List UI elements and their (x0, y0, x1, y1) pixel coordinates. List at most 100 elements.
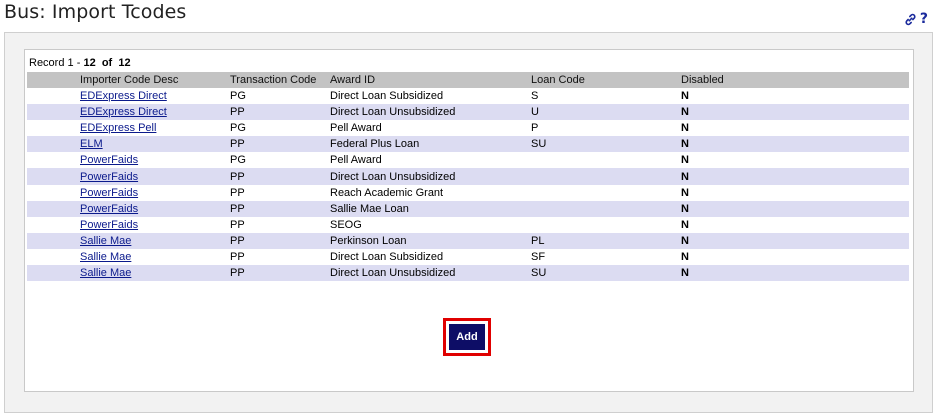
table-row: PowerFaids PP Sallie Mae Loan N (27, 200, 909, 217)
cell-loan-code: SU (527, 265, 677, 282)
table-row: Sallie Mae PP Direct Loan Unsubsidized SU N (27, 265, 909, 282)
cell-loan-code (527, 185, 677, 201)
cell-disabled: N (677, 200, 909, 217)
importer-code-link[interactable]: EDExpress Pell (80, 122, 156, 134)
table-row: PowerFaids PG Pell Award N (27, 152, 909, 168)
header-transaction-code[interactable]: Transaction Code (226, 72, 326, 88)
cell-loan-code (527, 200, 677, 217)
record-count: Record 1 - 12 of 12 (29, 57, 131, 69)
row-spacer (27, 104, 76, 121)
cell-award-id: Perkinson Loan (326, 232, 527, 249)
cell-loan-code (527, 217, 677, 233)
importer-code-link[interactable]: Sallie Mae (80, 267, 131, 279)
cell-importer-code-desc: PowerFaids (76, 168, 226, 185)
top-icons: ? (904, 11, 928, 27)
add-button[interactable]: Add (449, 324, 485, 350)
cell-transaction-code: PP (226, 265, 326, 282)
cell-award-id: Reach Academic Grant (330, 186, 444, 199)
table-header-row: Importer Code Desc Transaction Code Awar… (27, 72, 909, 88)
cell-disabled: N (677, 104, 909, 121)
table-row: EDExpress Direct PP Direct Loan Unsubsidiz… (27, 104, 909, 121)
cell-award-id: Federal Plus Loan (326, 136, 527, 153)
row-spacer (27, 200, 76, 217)
cell-importer-code-desc: EDExpress Pell (76, 120, 226, 136)
importer-code-link[interactable]: PowerFaids (80, 203, 138, 215)
cell-importer-code-desc: PowerFaids (76, 152, 226, 168)
cell-award-id: Direct Loan Subsidized (330, 250, 444, 263)
cell-disabled: N (681, 250, 689, 263)
cell-disabled: N (677, 168, 909, 185)
cell-importer-code-desc: EDExpress Direct (76, 88, 226, 104)
cell-transaction-code: PP (226, 104, 326, 121)
cell-award-id: Direct Loan Subsidized (330, 90, 444, 103)
cell-transaction-code: PG (230, 90, 246, 103)
row-spacer (27, 185, 76, 201)
row-spacer (27, 136, 76, 153)
cell-loan-code: S (531, 90, 539, 103)
cell-transaction-code: PP (226, 136, 326, 153)
cell-loan-code: U (527, 104, 677, 121)
cell-disabled: N (681, 154, 689, 167)
table-row: Sallie Mae PP Perkinson Loan PL N (27, 232, 909, 249)
cell-award-id: Direct Loan Unsubsidized (326, 168, 527, 185)
cell-importer-code-desc: Sallie Mae (76, 232, 226, 249)
cell-loan-code (527, 168, 677, 185)
importer-code-link[interactable]: Sallie Mae (80, 235, 131, 247)
cell-importer-code-desc: Sallie Mae (76, 249, 226, 265)
cell-importer-code-desc: PowerFaids (76, 217, 226, 233)
table-row: Sallie Mae PP Direct Loan Subsidized SF N (27, 249, 909, 265)
cell-transaction-code: PP (226, 232, 326, 249)
cell-disabled: N (677, 232, 909, 249)
cell-transaction-code: PP (230, 218, 245, 231)
header-spacer (27, 72, 76, 88)
importer-code-link[interactable]: PowerFaids (80, 187, 138, 199)
importer-code-link[interactable]: Sallie Mae (80, 251, 131, 263)
header-importer-code-desc[interactable]: Importer Code Desc (76, 72, 226, 88)
cell-loan-code: PL (527, 232, 677, 249)
row-spacer (27, 168, 76, 185)
importer-code-link[interactable]: EDExpress Direct (80, 90, 167, 102)
cell-disabled: N (681, 122, 689, 135)
table-row: PowerFaids PP Direct Loan Unsubsidized N (27, 168, 909, 185)
row-spacer (27, 232, 76, 249)
link-icon[interactable] (904, 13, 917, 26)
cell-disabled: N (677, 265, 909, 282)
importer-code-link[interactable]: PowerFaids (80, 154, 138, 166)
header-loan-code[interactable]: Loan Code (527, 72, 677, 88)
row-spacer (27, 249, 76, 265)
cell-importer-code-desc: ELM (76, 136, 226, 153)
importer-code-link[interactable]: ELM (80, 138, 103, 150)
row-spacer (27, 217, 76, 233)
cell-loan-code: SU (527, 136, 677, 153)
cell-transaction-code: PP (226, 200, 326, 217)
cell-transaction-code: PP (226, 168, 326, 185)
records-panel: Record 1 - 12 of 12 Importer Code Desc T… (24, 49, 914, 392)
outer-panel: Record 1 - 12 of 12 Importer Code Desc T… (4, 32, 933, 413)
add-button-highlight: Add (443, 318, 491, 356)
row-spacer (27, 120, 76, 136)
cell-award-id: Sallie Mae Loan (326, 200, 527, 217)
help-icon[interactable]: ? (920, 11, 928, 27)
cell-loan-code: SF (531, 250, 546, 263)
importer-code-link[interactable]: PowerFaids (80, 219, 138, 231)
table-row: EDExpress Direct PG Direct Loan Subsidized… (27, 88, 909, 104)
cell-disabled: N (681, 218, 689, 231)
cell-importer-code-desc: Sallie Mae (76, 265, 226, 282)
cell-transaction-code: PP (230, 250, 245, 263)
importer-code-link[interactable]: PowerFaids (80, 171, 138, 183)
cell-award-id: Pell Award (330, 122, 382, 135)
importer-code-link[interactable]: EDExpress Direct (80, 106, 167, 118)
table-row: PowerFaids PP SEOG N (27, 217, 909, 233)
cell-loan-code: P (531, 122, 539, 135)
header-disabled[interactable]: Disabled (677, 72, 909, 88)
cell-transaction-code: PG (230, 122, 246, 135)
cell-disabled: N (681, 186, 689, 199)
cell-disabled: N (681, 90, 689, 103)
cell-importer-code-desc: PowerFaids (76, 200, 226, 217)
import-tcodes-table: Importer Code Desc Transaction Code Awar… (27, 72, 909, 282)
header-award-id[interactable]: Award ID (326, 72, 527, 88)
cell-award-id: Pell Award (330, 154, 382, 167)
cell-award-id: SEOG (330, 218, 362, 231)
table-row: EDExpress Pell PG Pell Award P N (27, 120, 909, 136)
page-title: Bus: Import Tcodes (4, 1, 187, 23)
